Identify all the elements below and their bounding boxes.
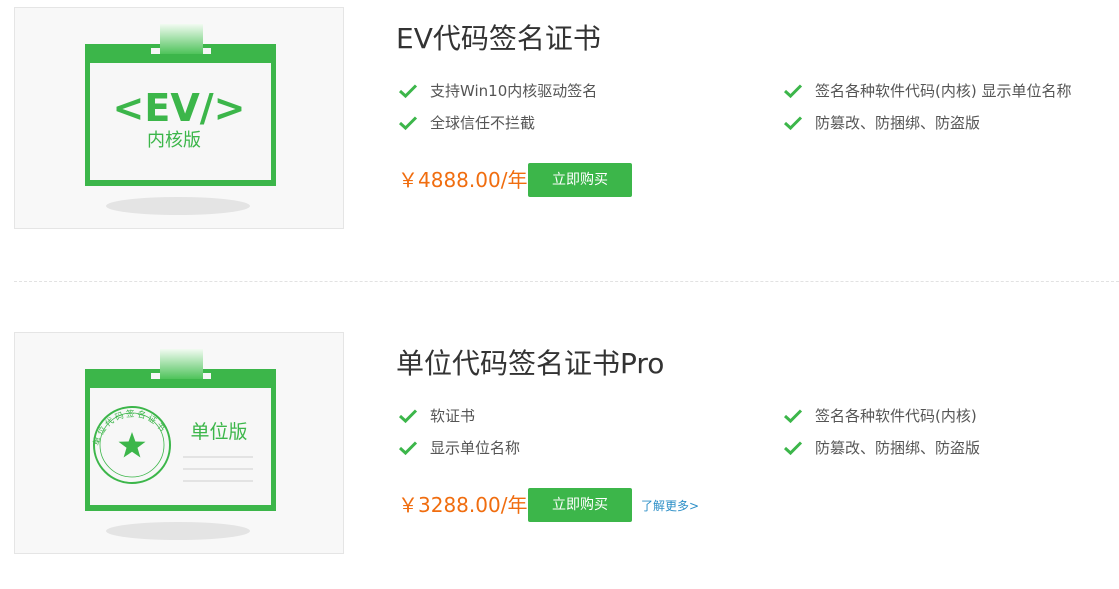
product-card-pro: 单位代码签名证书 单位版 单位代码签名证书Pro 软证书 显示单位名称 签名各种… [0, 331, 1119, 556]
check-icon [398, 409, 418, 424]
price-label: ￥3288.00/年 [398, 493, 528, 517]
check-icon [398, 441, 418, 456]
feature-text: 防篡改、防捆绑、防盗版 [815, 114, 981, 132]
check-icon [783, 409, 803, 424]
feature-list: 支持Win10内核驱动签名 全球信任不拦截 签名各种软件代码(内核) 显示单位名… [398, 78, 1119, 148]
card-shadow [106, 522, 250, 540]
buy-now-button[interactable]: 立即购买 [528, 163, 632, 197]
buy-now-button[interactable]: 立即购买 [528, 488, 632, 522]
learn-more-link[interactable]: 了解更多> [641, 497, 699, 515]
check-icon [783, 116, 803, 131]
check-icon [783, 441, 803, 456]
feature-text: 签名各种软件代码(内核) 显示单位名称 [815, 82, 1072, 100]
product-title: 单位代码签名证书Pro [396, 347, 665, 380]
product-image-pro: 单位代码签名证书 单位版 [14, 332, 344, 554]
product-title: EV代码签名证书 [396, 22, 601, 55]
product-card-ev: <EV/> 内核版 EV代码签名证书 支持Win10内核驱动签名 全球信任不拦截… [0, 6, 1119, 231]
feature-text: 支持Win10内核驱动签名 [430, 82, 598, 100]
feature-text: 防篡改、防捆绑、防盗版 [815, 439, 981, 457]
feature-text: 全球信任不拦截 [430, 114, 536, 132]
card-clip [160, 24, 203, 54]
section-divider [14, 281, 1119, 282]
card-clip [160, 349, 203, 379]
feature-text: 签名各种软件代码(内核) [815, 407, 977, 425]
badge-sub-text: 内核版 [147, 130, 201, 151]
badge-main-text: <EV/> [113, 86, 246, 130]
feature-list: 软证书 显示单位名称 签名各种软件代码(内核) 防篡改、防捆绑、防盗版 [398, 403, 1119, 473]
check-icon [398, 84, 418, 99]
feature-text: 软证书 [430, 407, 476, 425]
price-label: ￥4888.00/年 [398, 168, 528, 192]
badge-sub-text: 单位版 [190, 421, 247, 443]
check-icon [783, 84, 803, 99]
product-image-ev: <EV/> 内核版 [14, 7, 344, 229]
card-shadow [106, 197, 250, 215]
check-icon [398, 116, 418, 131]
feature-text: 显示单位名称 [430, 439, 521, 457]
